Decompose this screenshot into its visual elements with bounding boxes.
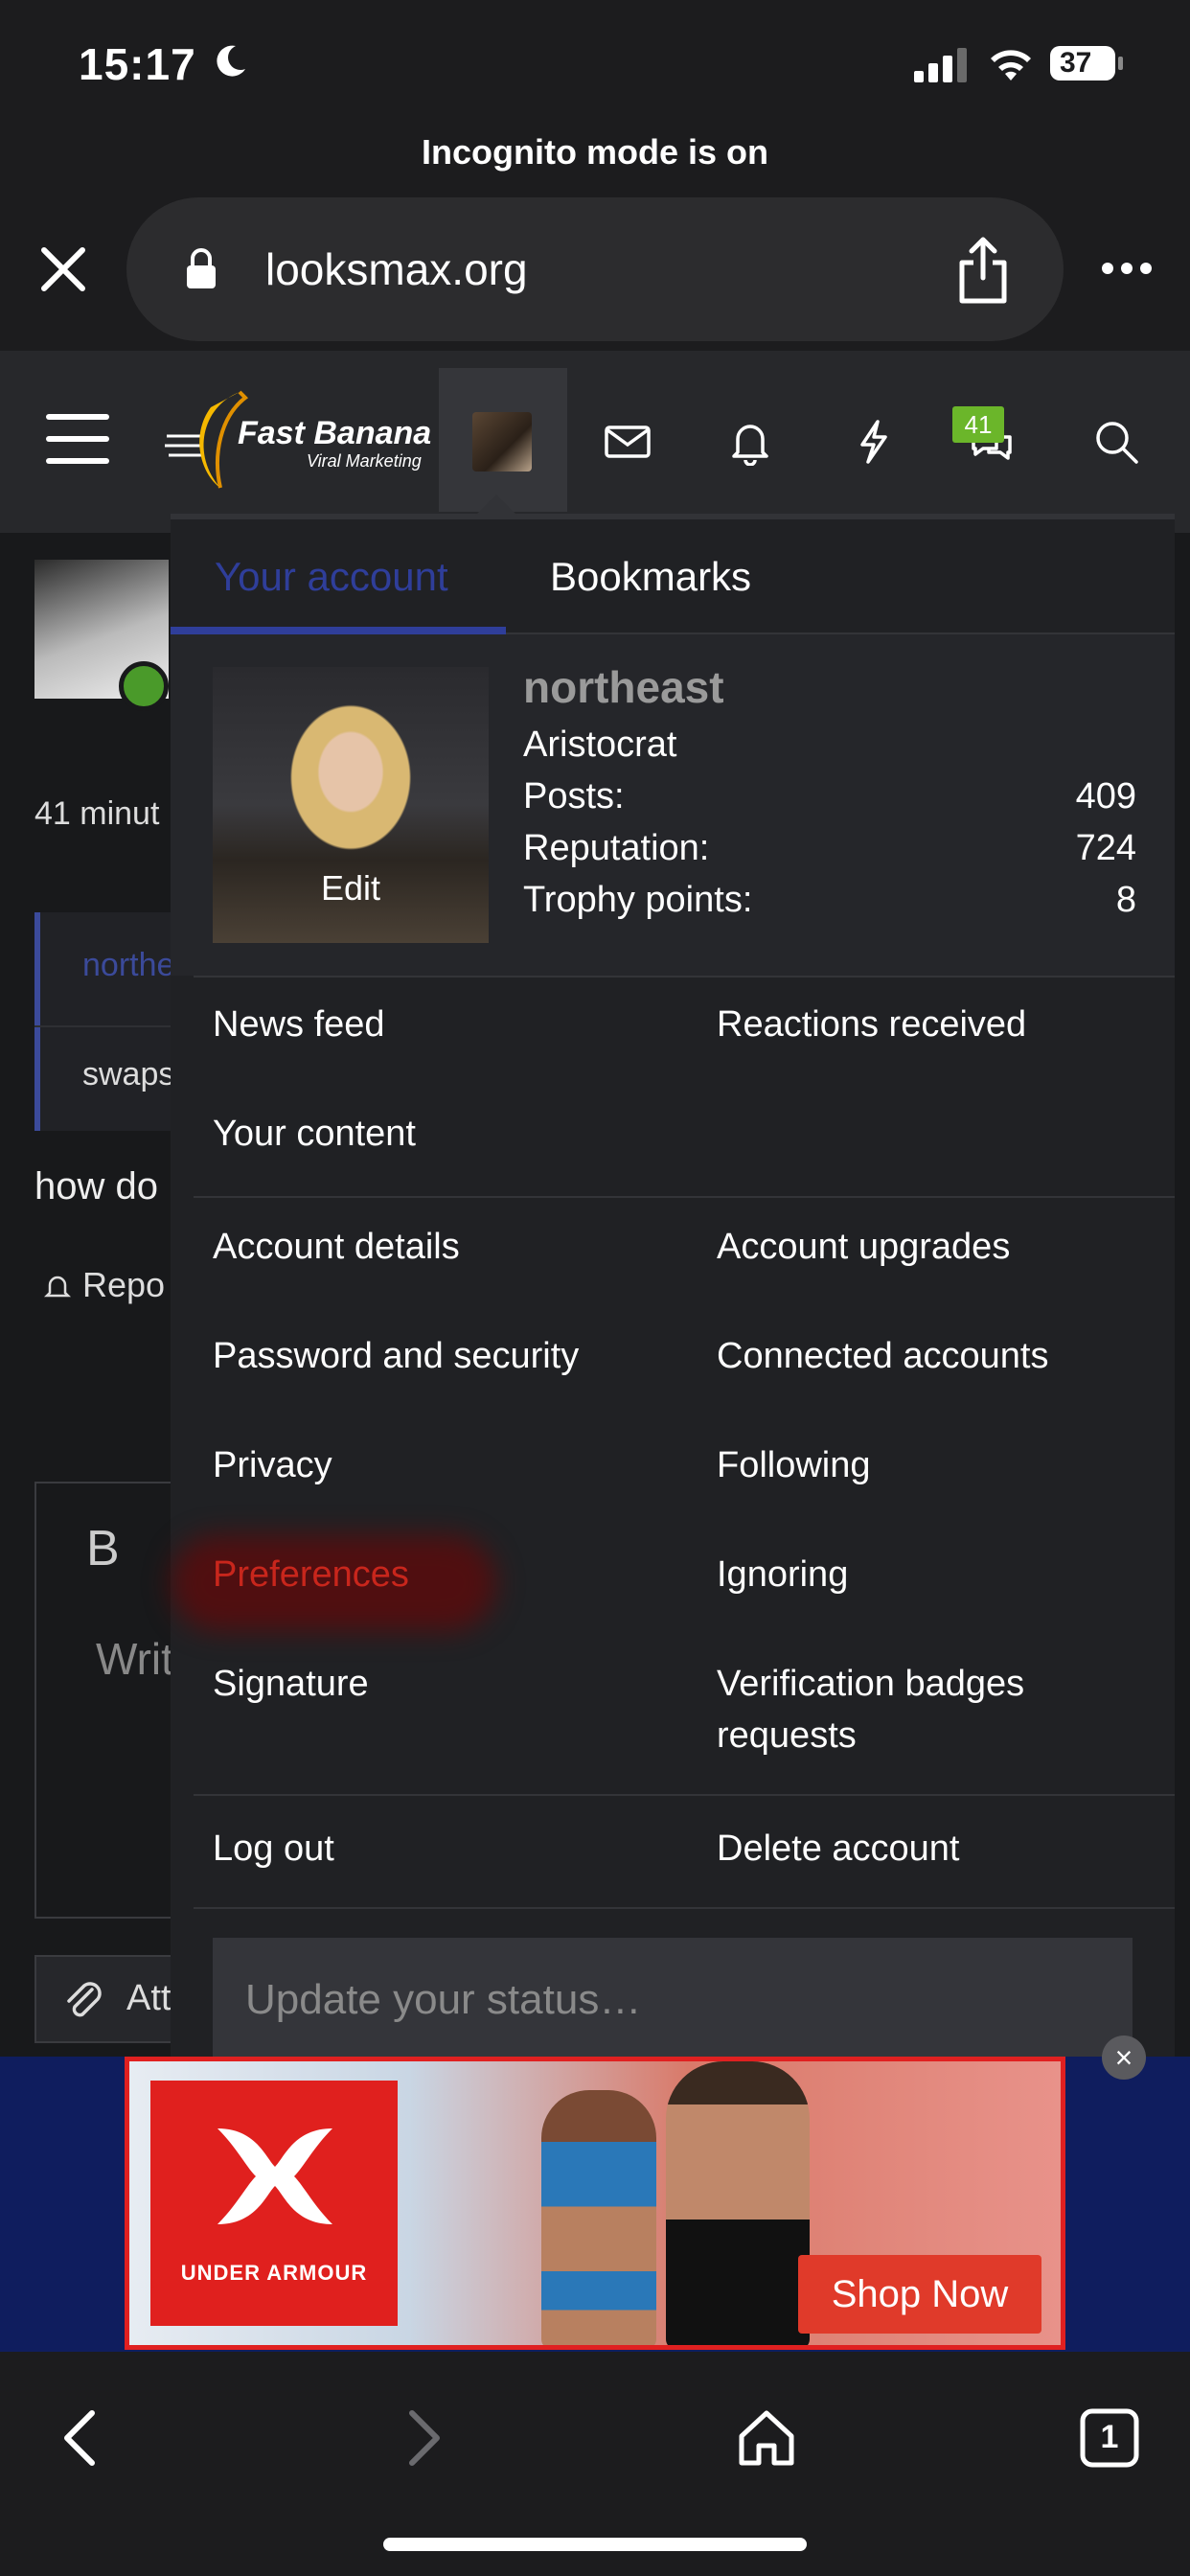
menu-link-account-upgrades[interactable]: Account upgrades — [717, 1221, 1138, 1273]
report-label: Repo — [82, 1265, 166, 1304]
menu-link-your-content[interactable]: Your content — [213, 1108, 416, 1160]
lightning-icon[interactable] — [849, 418, 897, 466]
divider — [34, 1025, 188, 1027]
stat-reputation: Reputation: 724 — [523, 828, 1136, 869]
stat-label: Posts: — [523, 776, 625, 816]
divider — [194, 976, 1175, 978]
url-text: looksmax.org — [265, 244, 528, 294]
close-tab-icon[interactable] — [38, 244, 88, 294]
ad-shop-now-button[interactable]: Shop Now — [798, 2255, 1041, 2334]
menu-link-delete-account[interactable]: Delete account — [717, 1823, 1138, 1874]
stat-label: Reputation: — [523, 828, 710, 868]
post-timestamp: 41 minut — [34, 795, 160, 832]
attach-files-button[interactable]: Att — [34, 1955, 188, 2043]
active-tab-indicator — [171, 627, 506, 634]
tab-bookmarks[interactable]: Bookmarks — [550, 554, 751, 600]
cellular-signal-icon — [914, 48, 967, 82]
post-body: how do — [34, 1165, 158, 1208]
menu-link-preferences[interactable]: Preferences — [213, 1549, 409, 1600]
inbox-icon[interactable] — [604, 418, 652, 466]
forward-icon[interactable] — [393, 2407, 454, 2469]
stat-label: Trophy points: — [523, 880, 753, 920]
menu-link-account-details[interactable]: Account details — [213, 1221, 460, 1273]
stat-value: 8 — [1115, 880, 1136, 920]
account-menu: Your account Bookmarks Edit northeast Ar… — [171, 494, 1175, 2062]
under-armour-icon — [217, 2128, 332, 2224]
menu-pointer — [475, 494, 517, 516]
account-nav-avatar[interactable] — [439, 368, 567, 512]
ad-image-runner-man — [666, 2061, 810, 2345]
battery-indicator: 37 — [1048, 44, 1125, 82]
menu-link-connected-accounts[interactable]: Connected accounts — [717, 1330, 1138, 1382]
paperclip-icon — [67, 1982, 102, 2017]
menu-link-news-feed[interactable]: News feed — [213, 999, 385, 1050]
more-options-icon[interactable] — [1100, 249, 1154, 288]
menu-link-password-security[interactable]: Password and security — [213, 1330, 579, 1382]
status-bar: 15:17 37 — [0, 0, 1190, 125]
stat-posts: Posts: 409 — [523, 776, 1136, 817]
menu-link-signature[interactable]: Signature — [213, 1658, 369, 1710]
hamburger-menu-icon[interactable] — [46, 412, 109, 466]
battery-percent: 37 — [1060, 47, 1092, 79]
site-logo[interactable]: Fast Banana Viral Marketing — [163, 388, 441, 494]
ad-image-runner-woman — [541, 2090, 656, 2345]
username[interactable]: northeast — [523, 661, 724, 713]
menu-link-ignoring[interactable]: Ignoring — [717, 1549, 1138, 1600]
tabs-count: 1 — [1100, 2419, 1119, 2455]
ad-creative[interactable]: UNDER ARMOUR Shop Now — [125, 2057, 1065, 2350]
logo-subtitle: Viral Marketing — [307, 451, 422, 471]
online-status-icon — [119, 661, 169, 711]
lock-icon — [187, 248, 216, 288]
stat-value: 409 — [1075, 776, 1136, 816]
profile-photo[interactable]: Edit — [213, 667, 489, 943]
user-avatar-small — [472, 412, 532, 472]
moon-icon — [217, 45, 245, 77]
search-icon[interactable] — [1092, 418, 1140, 466]
share-icon[interactable] — [954, 236, 1012, 305]
bell-icon[interactable] — [726, 418, 774, 466]
bell-icon — [43, 1276, 72, 1298]
menu-link-following[interactable]: Following — [717, 1439, 1138, 1491]
menu-link-reactions-received[interactable]: Reactions received — [717, 999, 1138, 1050]
ad-close-button[interactable]: × — [1102, 2036, 1146, 2080]
report-link[interactable]: Repo — [42, 1265, 165, 1305]
wifi-icon — [991, 50, 1031, 80]
bold-button[interactable]: B — [86, 1520, 120, 1577]
stat-trophy-points: Trophy points: 8 — [523, 880, 1136, 921]
status-update-input[interactable] — [213, 1938, 1133, 2062]
attach-label: Att — [126, 1978, 172, 2018]
divider — [194, 1794, 1175, 1796]
menu-link-privacy[interactable]: Privacy — [213, 1439, 332, 1491]
quote-text: swaps — [82, 1056, 175, 1092]
logo-title: Fast Banana — [238, 415, 432, 451]
divider — [194, 1196, 1175, 1198]
stat-value: 724 — [1075, 828, 1136, 868]
ad-brand-text: UNDER ARMOUR — [180, 2261, 368, 2285]
under-armour-logo: UNDER ARMOUR — [150, 2081, 398, 2326]
divider — [194, 1907, 1175, 1909]
user-title: Aristocrat — [523, 724, 677, 765]
profile-summary: Edit northeast Aristocrat Posts: 409 Rep… — [171, 634, 1175, 976]
editor-placeholder: Writ — [96, 1634, 173, 1684]
tabs-button[interactable]: 1 — [1079, 2407, 1140, 2469]
tab-your-account[interactable]: Your account — [215, 554, 448, 600]
back-icon[interactable] — [50, 2407, 111, 2469]
menu-link-verification-badges[interactable]: Verification badges requests — [717, 1658, 1138, 1761]
home-icon[interactable] — [736, 2407, 797, 2469]
incognito-label: Incognito mode is on — [422, 132, 768, 172]
banana-logo-icon — [165, 390, 249, 489]
menu-link-log-out[interactable]: Log out — [213, 1823, 334, 1874]
quote-block: northe swaps — [34, 912, 188, 1131]
clock: 15:17 — [79, 39, 196, 89]
edit-avatar-link[interactable]: Edit — [213, 868, 489, 908]
conversations-badge: 41 — [952, 406, 1004, 443]
quote-author[interactable]: northe — [82, 947, 174, 984]
home-indicator — [383, 2538, 807, 2551]
address-bar[interactable]: looksmax.org — [126, 197, 1064, 341]
